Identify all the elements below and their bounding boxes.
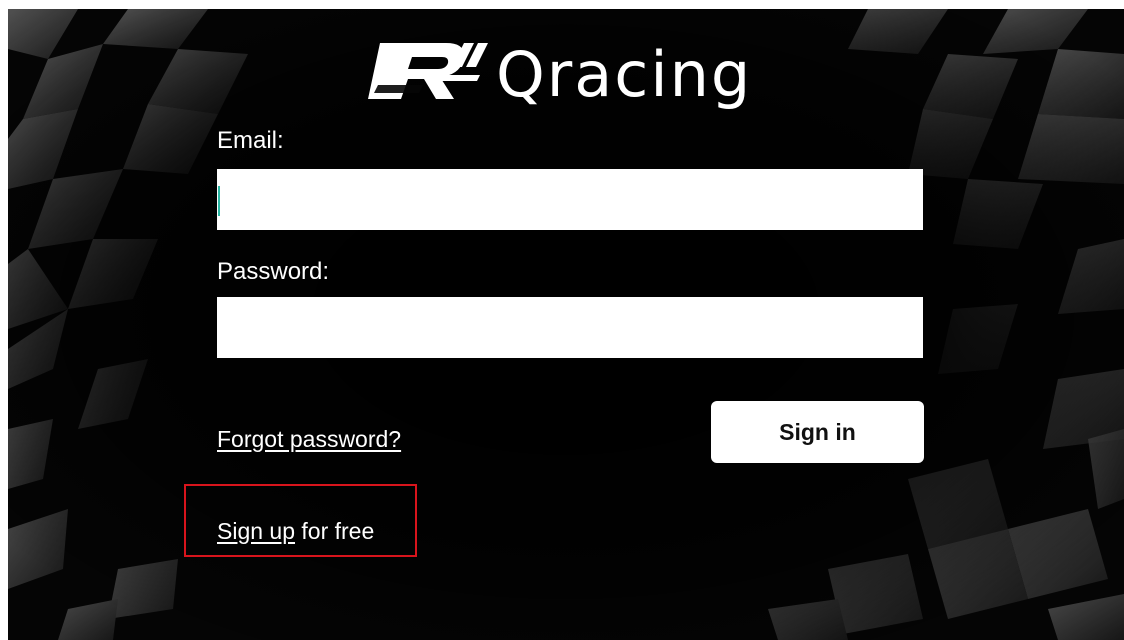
email-field[interactable]	[217, 169, 923, 230]
email-label: Email:	[217, 127, 284, 154]
sign-in-button[interactable]: Sign in	[711, 401, 924, 463]
password-field[interactable]	[217, 297, 923, 358]
signup-suffix-text: for free	[301, 518, 375, 544]
login-screen: Qracing Email: Password: Forgot password…	[8, 9, 1124, 640]
signup-row: Sign up for free	[217, 517, 374, 545]
sign-up-link[interactable]: Sign up	[217, 518, 295, 544]
brand-logo: Qracing	[368, 33, 828, 109]
brand-name: Qracing	[496, 38, 752, 109]
text-caret	[218, 186, 220, 216]
forgot-password-link[interactable]: Forgot password?	[217, 425, 401, 453]
logo-mark-icon	[368, 43, 488, 99]
password-label: Password:	[217, 258, 330, 285]
